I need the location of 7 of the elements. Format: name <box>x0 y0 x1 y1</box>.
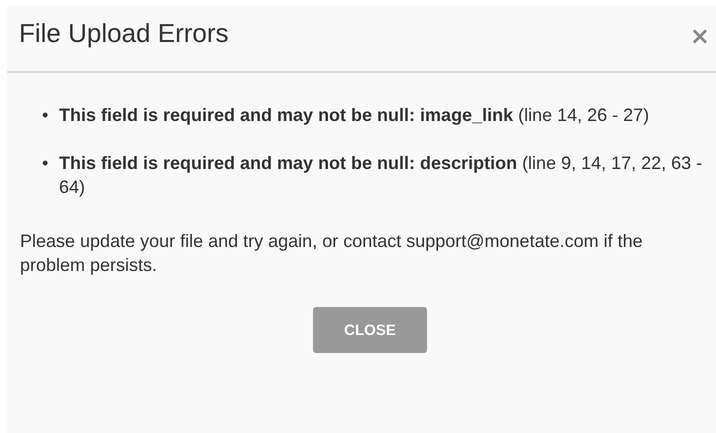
error-message: This field is required and may not be null: image_link (line 14, 26 - 27) <box>59 104 650 127</box>
bullet: • <box>42 104 50 127</box>
dialog-title: File Upload Errors <box>19 18 229 48</box>
error-message: This field is required and may not be null: description (line 9, 14, 17, 22, 63 - 64) <box>59 152 704 199</box>
bullet: • <box>42 152 50 175</box>
close-button[interactable]: CLOSE <box>313 307 427 353</box>
help-message: Please update your file and try again, or contact support@monetate.com if the problem persists. <box>20 230 644 277</box>
